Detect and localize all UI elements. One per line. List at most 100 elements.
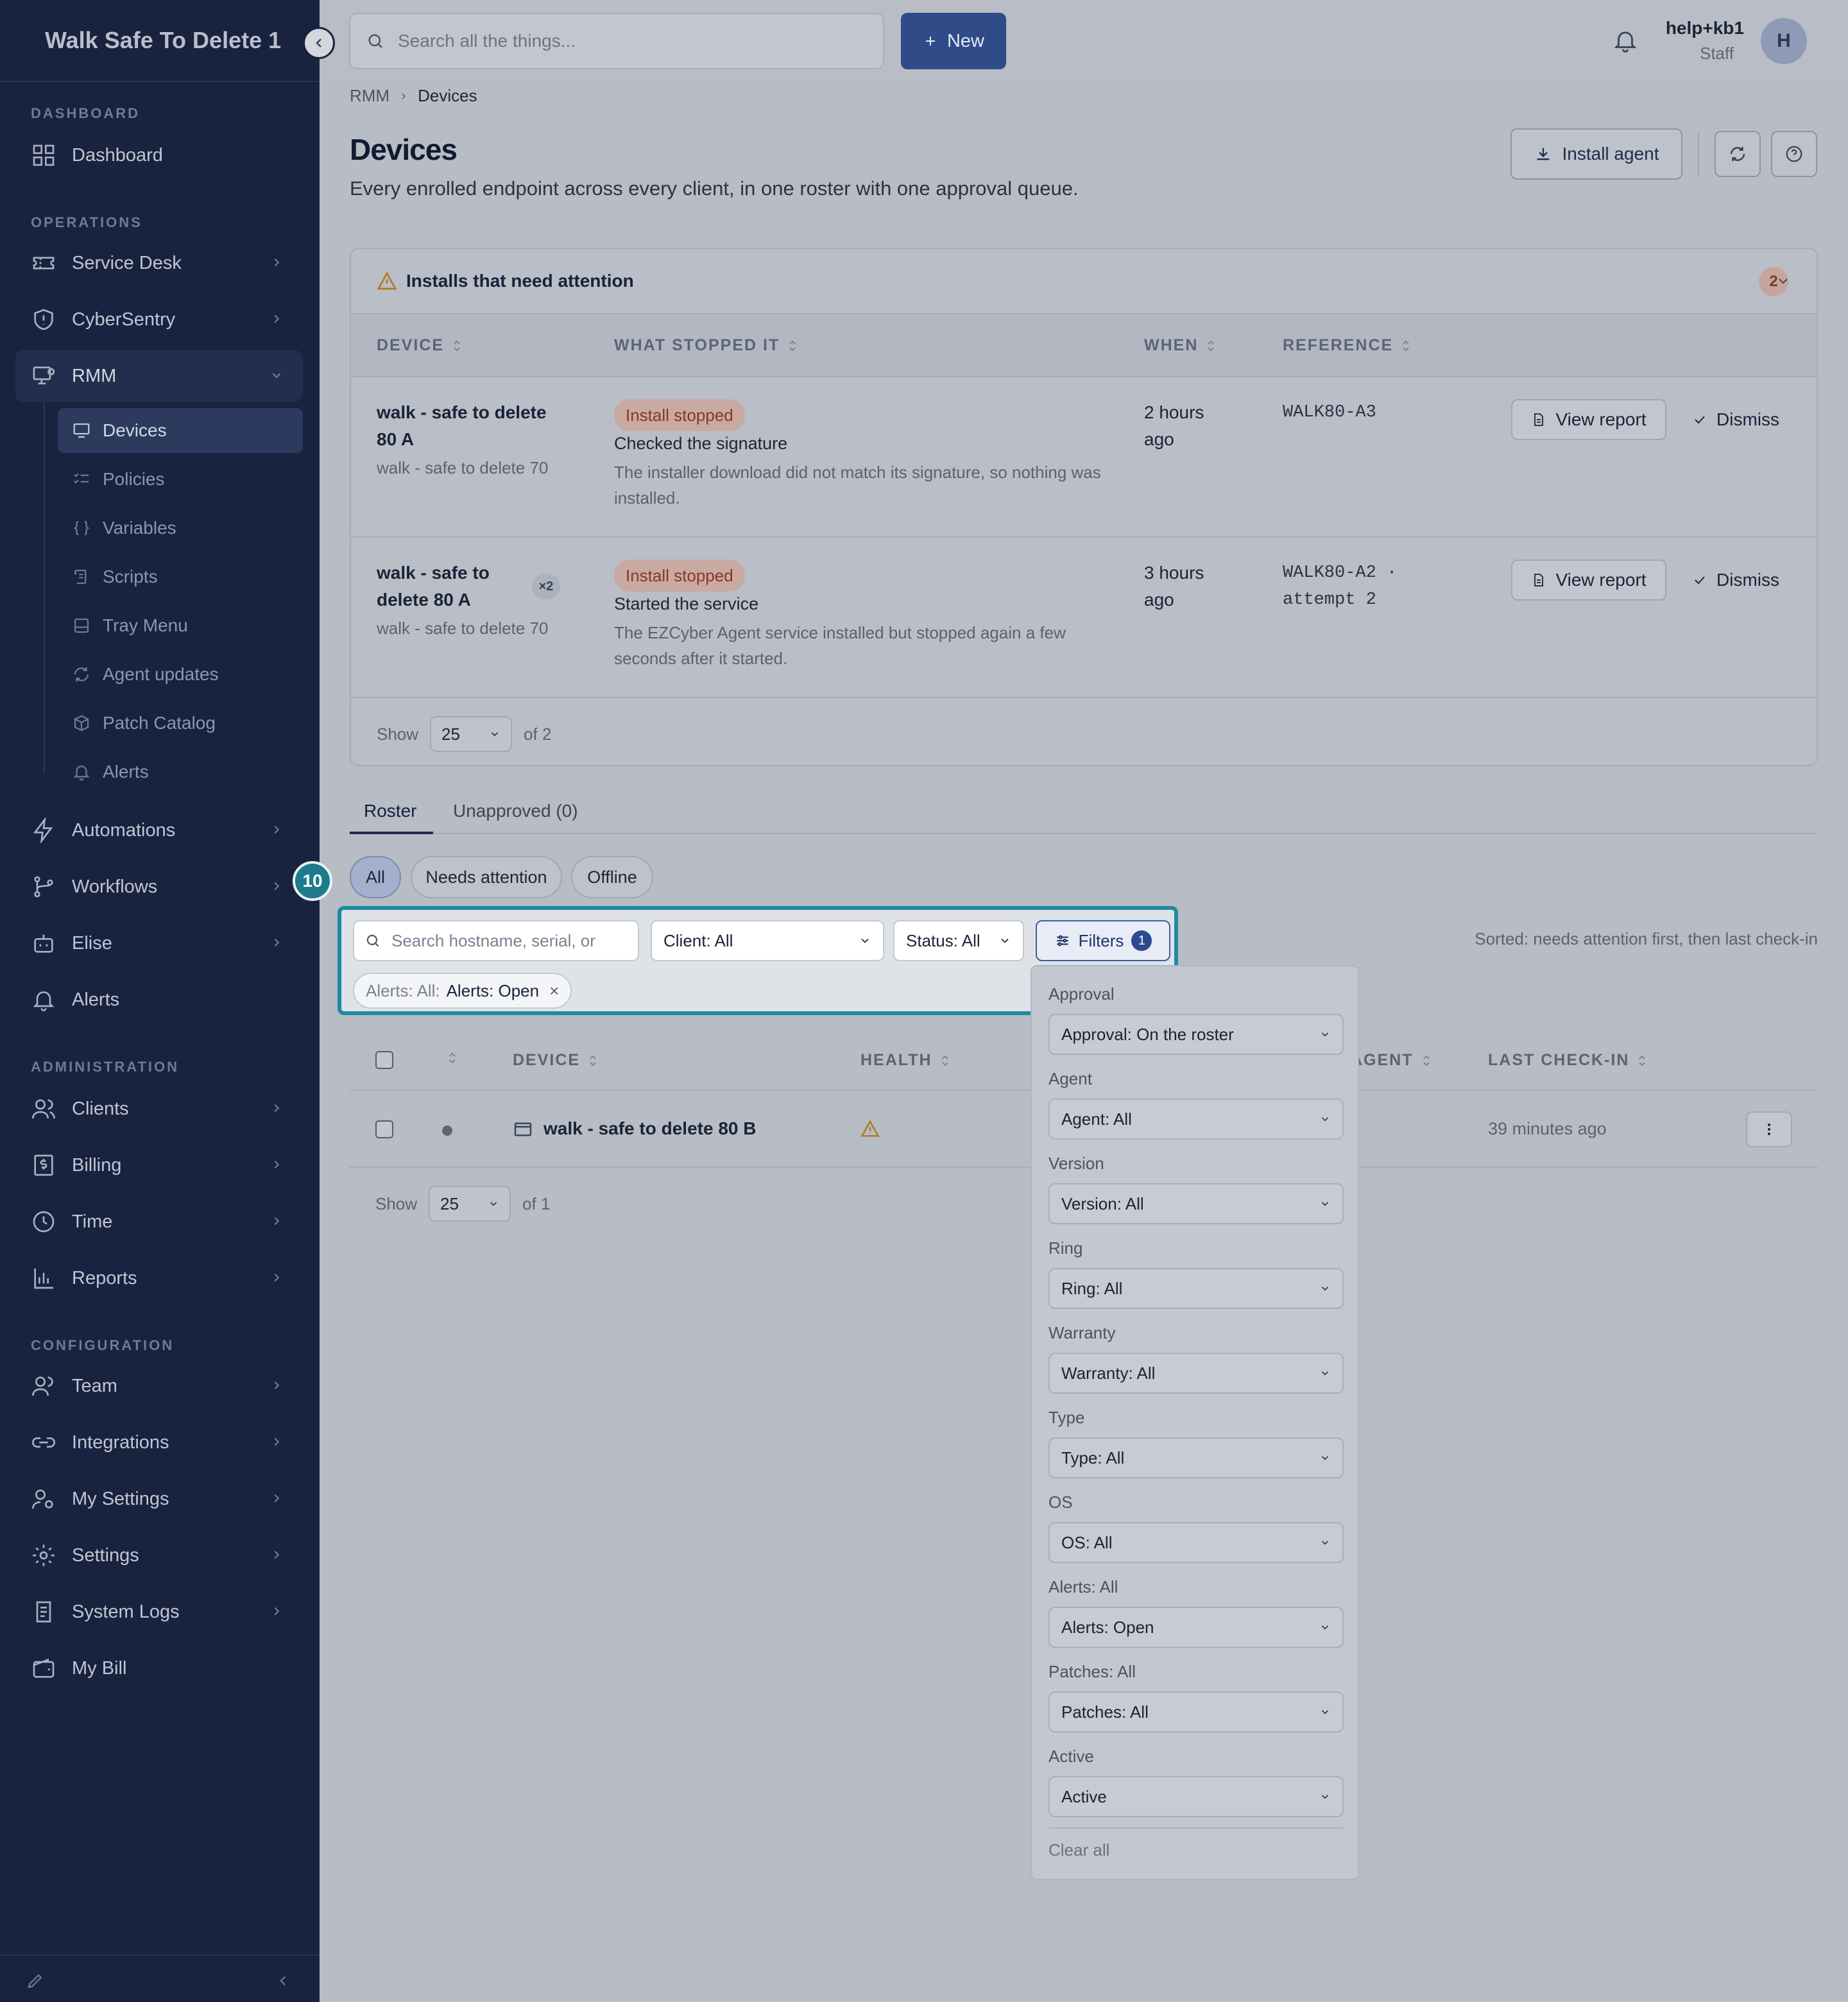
breadcrumb-current: Devices xyxy=(418,86,477,105)
sidebar-item-system-logs[interactable]: System Logs xyxy=(15,1586,303,1638)
sidebar-subitem-alerts[interactable]: Alerts xyxy=(58,749,303,794)
dismiss-button[interactable]: Dismiss xyxy=(1692,570,1779,590)
sidebar-subitem-variables[interactable]: Variables xyxy=(58,506,303,551)
page-size-select[interactable]: 25 xyxy=(429,1186,511,1222)
filter-group-label: Approval xyxy=(1048,984,1115,1004)
col-last-checkin[interactable]: LAST CHECK-IN xyxy=(1488,1051,1647,1070)
remove-filter-icon[interactable]: × xyxy=(549,981,559,1001)
filter-group-label: OS xyxy=(1048,1493,1073,1512)
sidebar-item-dashboard[interactable]: Dashboard xyxy=(15,130,303,181)
pencil-icon[interactable] xyxy=(26,1971,45,1990)
view-report-button[interactable]: View report xyxy=(1511,399,1666,440)
os-filter-select[interactable]: OS: All xyxy=(1048,1522,1344,1563)
col-agent[interactable]: AGENT xyxy=(1351,1051,1432,1070)
installs-attention-card: Installs that need attention 2 DEVICE WH… xyxy=(350,248,1818,766)
refresh-icon xyxy=(1730,146,1745,162)
sidebar-item-service-desk[interactable]: Service Desk xyxy=(15,237,303,289)
sidebar-item-integrations[interactable]: Integrations xyxy=(15,1417,303,1468)
dismiss-button[interactable]: Dismiss xyxy=(1692,409,1779,430)
sidebar-item-settings[interactable]: Settings xyxy=(15,1530,303,1581)
braces-icon xyxy=(73,520,90,536)
sidebar-item-automations[interactable]: Automations xyxy=(15,805,303,856)
sidebar-subitem-scripts[interactable]: Scripts xyxy=(58,554,303,599)
attention-header[interactable]: Installs that need attention 2 xyxy=(351,249,1817,313)
filter-select-value: Version: All xyxy=(1061,1194,1144,1213)
col-device[interactable]: DEVICE xyxy=(377,336,462,355)
sidebar-item-my-settings[interactable]: My Settings xyxy=(15,1473,303,1525)
page-size-select[interactable]: 25 xyxy=(430,716,513,752)
col-what-stopped[interactable]: WHAT STOPPED IT xyxy=(614,336,798,355)
sidebar-item-workflows[interactable]: Workflows xyxy=(15,861,303,912)
agent-filter-select[interactable]: Agent: All xyxy=(1048,1099,1344,1140)
device-name[interactable]: walk - safe to delete 80 A xyxy=(377,399,563,453)
tab-roster[interactable]: Roster xyxy=(364,801,416,821)
chevron-down-icon xyxy=(1001,938,1009,943)
notifications-bell-icon[interactable] xyxy=(1612,27,1639,54)
sidebar-item-rmm[interactable]: RMM xyxy=(15,350,303,402)
sort-icon[interactable] xyxy=(447,1051,458,1065)
sidebar-item-reports[interactable]: Reports xyxy=(15,1253,303,1304)
select-all-checkbox[interactable] xyxy=(375,1051,393,1069)
chip-all[interactable]: All xyxy=(350,856,401,898)
help-button[interactable] xyxy=(1771,131,1817,177)
filter-select-value: OS: All xyxy=(1061,1532,1113,1552)
check-icon xyxy=(1695,416,1705,424)
col-when[interactable]: WHEN xyxy=(1144,336,1216,355)
col-reference[interactable]: REFERENCE xyxy=(1283,336,1411,355)
version-filter-select[interactable]: Version: All xyxy=(1048,1183,1344,1224)
alerts-filter-select[interactable]: Alerts: Open xyxy=(1048,1607,1344,1648)
device-name[interactable]: walk - safe to delete 80 A xyxy=(377,560,505,613)
client-filter-select[interactable]: Client: All xyxy=(651,920,884,961)
row-checkbox[interactable] xyxy=(375,1120,393,1138)
sidebar-item-billing[interactable]: Billing xyxy=(15,1140,303,1191)
col-last-checkin-label: LAST CHECK-IN xyxy=(1488,1051,1630,1069)
active-filter-select[interactable]: Active xyxy=(1048,1776,1344,1817)
row-actions-button[interactable] xyxy=(1746,1111,1792,1147)
global-search-input[interactable]: Search all the things... xyxy=(349,13,884,69)
section-operations: OPERATIONS xyxy=(31,214,142,230)
col-health[interactable]: HEALTH xyxy=(860,1051,950,1070)
help-circle-icon xyxy=(1786,146,1802,162)
show-label: Show xyxy=(375,1194,418,1213)
chip-offline[interactable]: Offline xyxy=(571,856,653,898)
sidebar-item-elise[interactable]: Elise xyxy=(15,918,303,969)
refresh-button[interactable] xyxy=(1715,131,1761,177)
clear-all-button[interactable]: Clear all xyxy=(1048,1840,1109,1860)
collapse-sidebar-button[interactable] xyxy=(303,27,335,59)
sidebar-item-my-bill[interactable]: My Bill xyxy=(15,1643,303,1694)
approval-filter-select[interactable]: Approval: On the roster xyxy=(1048,1014,1344,1055)
sidebar-item-team[interactable]: Team xyxy=(15,1360,303,1412)
install-agent-button[interactable]: Install agent xyxy=(1510,128,1682,180)
sidebar-subitem-agent-updates[interactable]: Agent updates xyxy=(58,652,303,697)
sidebar-subitem-devices[interactable]: Devices xyxy=(58,408,303,453)
device-client: walk - safe to delete 70 xyxy=(377,458,549,477)
collapse-left-icon[interactable] xyxy=(275,1972,291,1989)
sidebar-item-clients[interactable]: Clients xyxy=(15,1083,303,1134)
breadcrumb-parent[interactable]: RMM xyxy=(350,86,389,106)
avatar[interactable]: H xyxy=(1761,18,1807,64)
filters-button[interactable]: Filters 1 xyxy=(1036,920,1170,961)
device-search-input[interactable]: Search hostname, serial, or xyxy=(353,920,639,961)
type-filter-select[interactable]: Type: All xyxy=(1048,1437,1344,1478)
chip-needs-attention[interactable]: Needs attention xyxy=(411,856,562,898)
sidebar-subitem-patch-catalog[interactable]: Patch Catalog xyxy=(58,701,303,746)
sidebar-subitem-tray-menu[interactable]: Tray Menu xyxy=(58,603,303,648)
ring-filter-select[interactable]: Ring: All xyxy=(1048,1268,1344,1309)
sidebar-item-cybersentry[interactable]: CyberSentry xyxy=(15,294,303,345)
document-icon xyxy=(1534,413,1544,426)
device-name[interactable]: walk - safe to delete 80 B xyxy=(543,1115,756,1142)
tab-unapproved[interactable]: Unapproved (0) xyxy=(453,801,578,821)
sort-icon xyxy=(1403,340,1409,351)
chevron-down-icon xyxy=(861,938,869,943)
filter-group-label: Alerts: All xyxy=(1048,1577,1118,1596)
status-filter-select[interactable]: Status: All xyxy=(893,920,1024,961)
sidebar-subitem-policies[interactable]: Policies xyxy=(58,457,303,502)
sidebar-item-time[interactable]: Time xyxy=(15,1196,303,1247)
new-button[interactable]: New xyxy=(901,13,1006,69)
col-device[interactable]: DEVICE xyxy=(513,1051,598,1070)
sidebar-item-alerts[interactable]: Alerts xyxy=(15,974,303,1025)
warranty-filter-select[interactable]: Warranty: All xyxy=(1048,1353,1344,1394)
view-report-button[interactable]: View report xyxy=(1511,560,1666,601)
patches-filter-select[interactable]: Patches: All xyxy=(1048,1691,1344,1733)
filter-group-label: Agent xyxy=(1048,1069,1092,1088)
